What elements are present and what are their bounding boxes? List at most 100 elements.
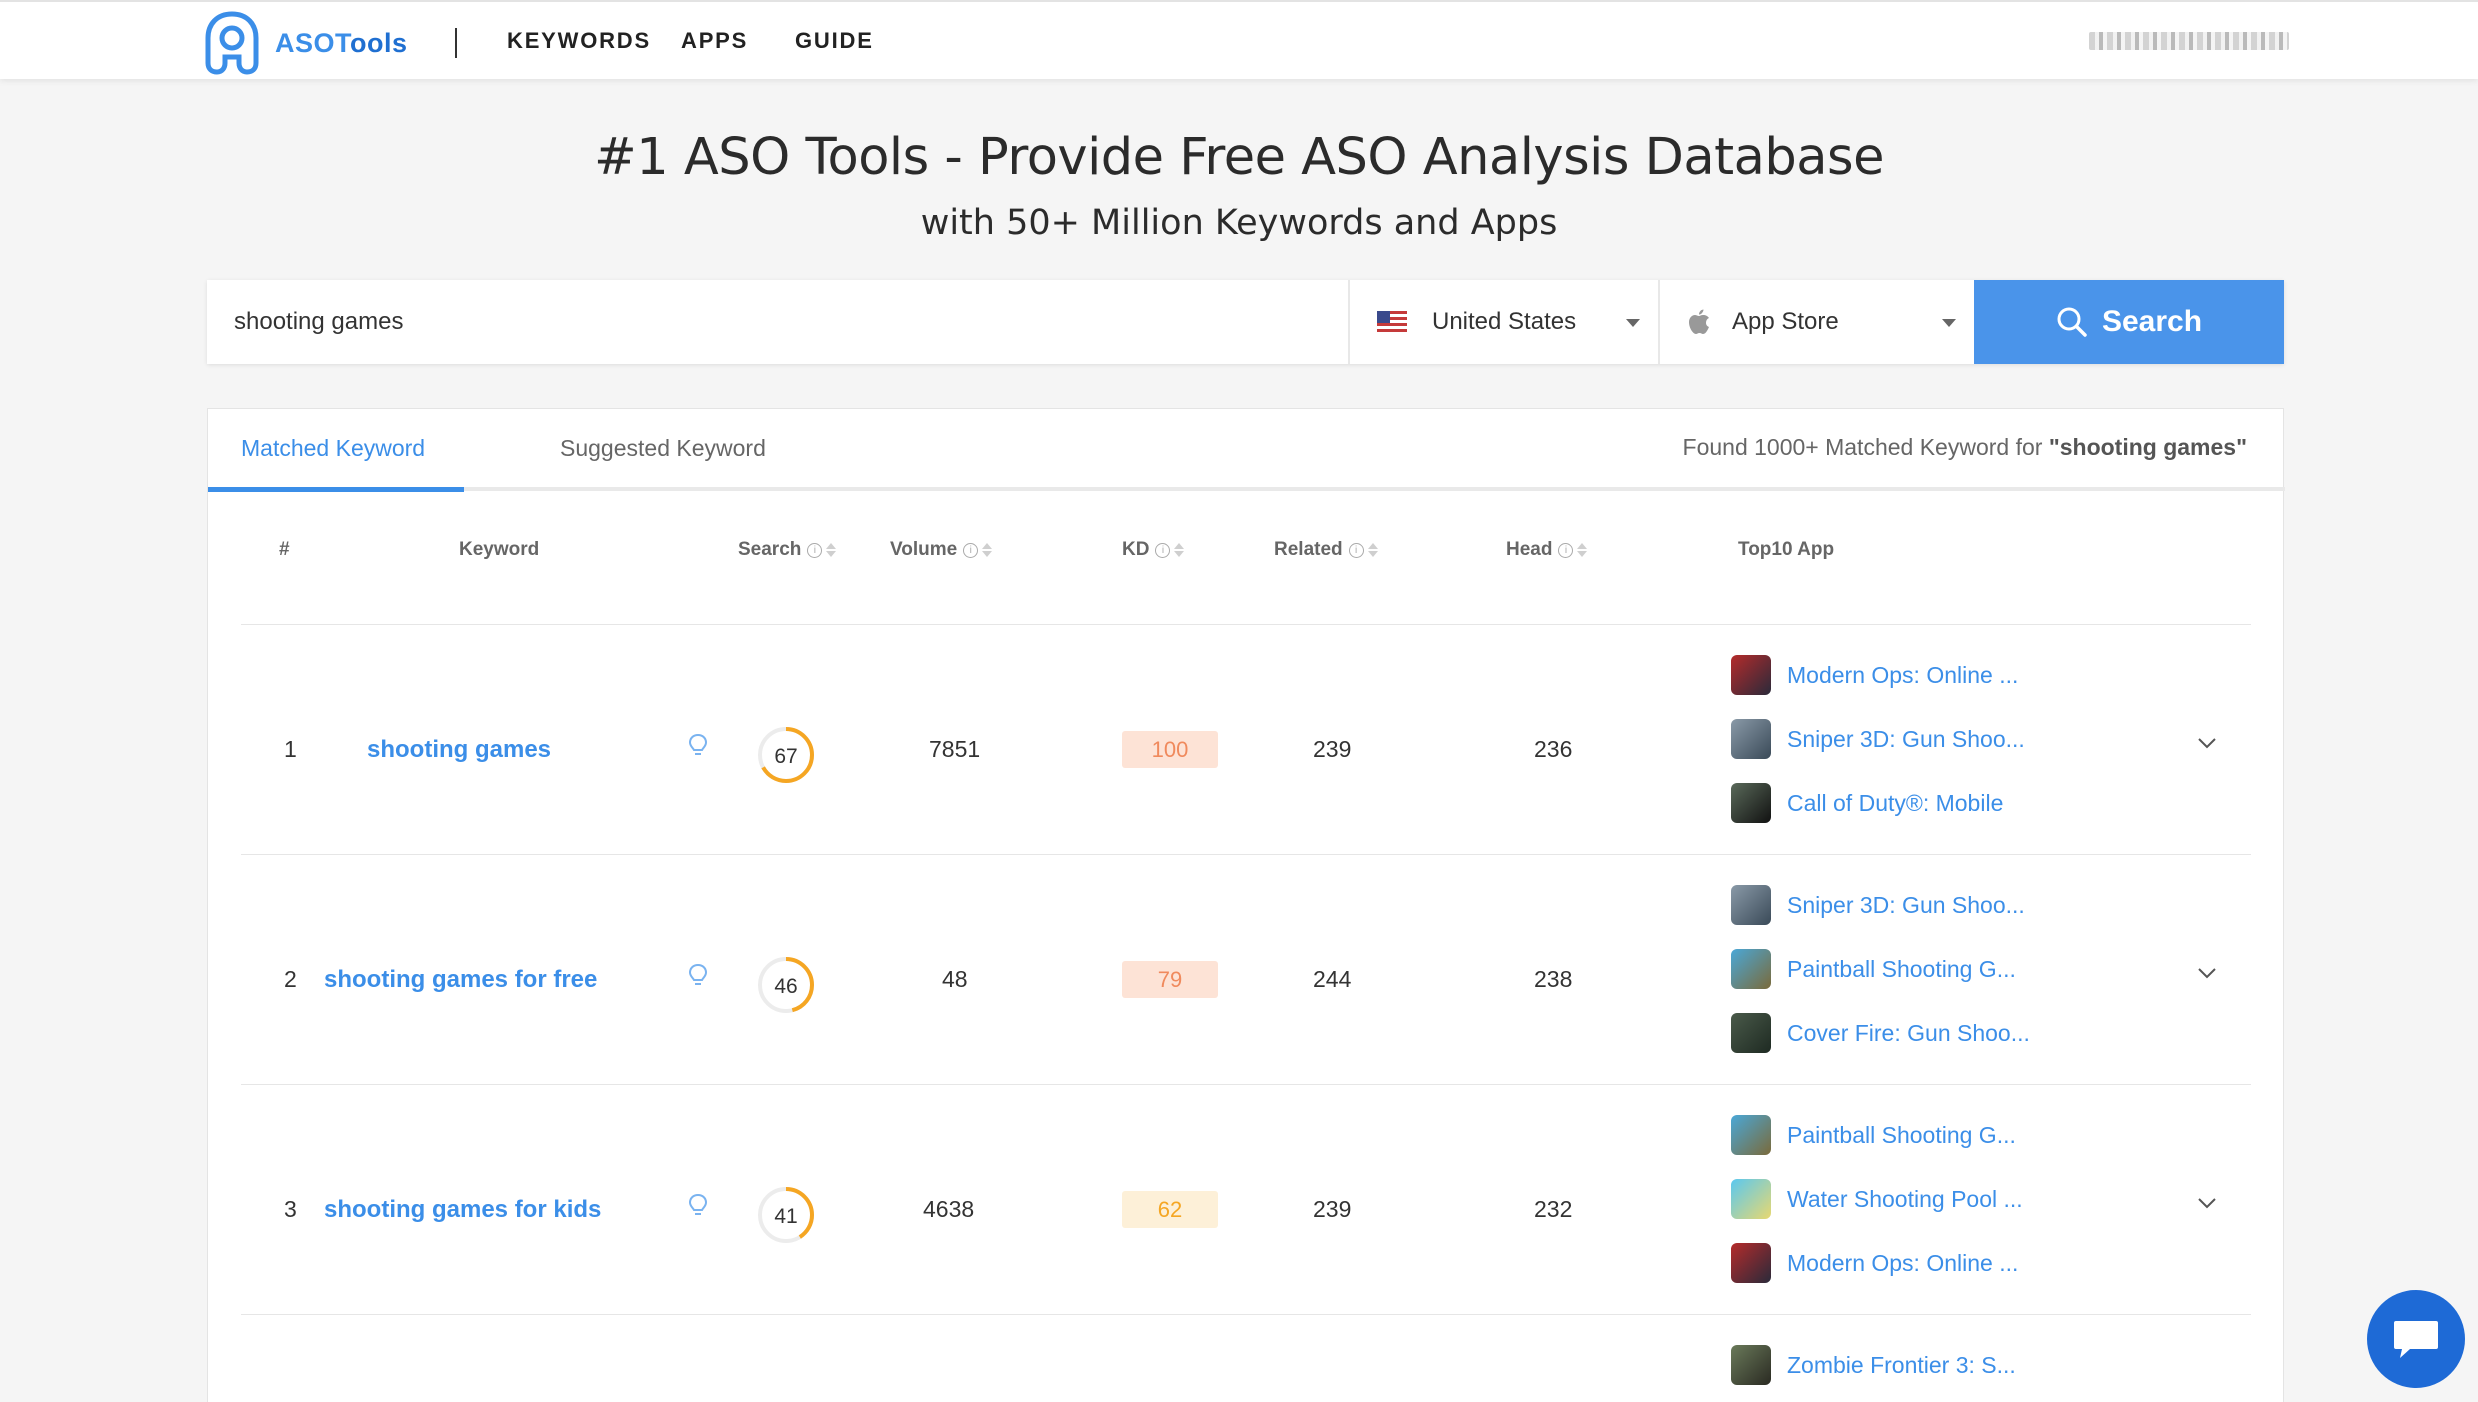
column-head[interactable]: Head i	[1506, 539, 1588, 561]
sort-icon	[1174, 543, 1185, 557]
app-icon	[1731, 1179, 1771, 1219]
logo-text: ASOTools	[275, 27, 408, 58]
store-label: App Store	[1732, 308, 1839, 335]
logo[interactable]: ASOTools	[203, 11, 408, 75]
user-account[interactable]	[2089, 32, 2289, 50]
head-value: 232	[1534, 1196, 1573, 1222]
search-score-gauge: 46	[758, 957, 814, 1013]
row-number: 2	[284, 966, 297, 992]
keyword-link[interactable]: shooting games	[367, 736, 551, 764]
info-icon: i	[1155, 542, 1171, 558]
tab-bar: Matched Keyword Suggested Keyword Found …	[208, 409, 2285, 492]
app-link[interactable]: Water Shooting Pool ...	[1731, 1179, 2023, 1219]
nav-divider	[455, 28, 457, 58]
chevron-down-icon[interactable]	[2197, 1197, 2217, 1209]
search-input[interactable]	[207, 280, 1348, 364]
app-icon	[1731, 1013, 1771, 1053]
app-icon	[1731, 1243, 1771, 1283]
app-icon	[1731, 783, 1771, 823]
keyword-link[interactable]: shooting games for kids	[324, 1196, 601, 1224]
column-related[interactable]: Related i	[1274, 539, 1378, 561]
app-link[interactable]: Modern Ops: Online ...	[1731, 1243, 2018, 1283]
page-subtitle: with 50+ Million Keywords and Apps	[920, 203, 1558, 243]
app-link[interactable]: Cover Fire: Gun Shoo...	[1731, 1013, 2030, 1053]
bulb-icon[interactable]	[688, 733, 708, 759]
bulb-icon[interactable]	[688, 963, 708, 989]
apple-icon	[1689, 309, 1709, 334]
chevron-down-icon[interactable]	[2197, 967, 2217, 979]
app-icon	[1731, 885, 1771, 925]
search-score-gauge: 67	[758, 727, 814, 783]
page-title: #1 ASO Tools - Provide Free ASO Analysis…	[594, 128, 1884, 187]
app-icon	[1731, 719, 1771, 759]
column-volume[interactable]: Volume i	[890, 539, 993, 561]
app-link[interactable]: Paintball Shooting G...	[1731, 1115, 2016, 1155]
app-link[interactable]: Modern Ops: Online ...	[1731, 655, 2018, 695]
search-button[interactable]: Search	[1974, 280, 2284, 364]
info-icon: i	[963, 542, 979, 558]
country-label: United States	[1432, 308, 1577, 335]
table-row: 1 shooting games 67 7851 100 239 236 Mod…	[241, 624, 2251, 854]
info-icon: i	[807, 542, 823, 558]
column-num: #	[279, 539, 290, 560]
sort-icon	[826, 543, 837, 557]
flag-us-icon	[1377, 311, 1407, 333]
column-search[interactable]: Search i	[738, 539, 837, 561]
column-kd[interactable]: KD i	[1122, 539, 1185, 561]
chat-icon	[2394, 1321, 2438, 1358]
info-icon: i	[1348, 542, 1364, 558]
app-link[interactable]: Sniper 3D: Gun Shoo...	[1731, 885, 2025, 925]
related-value: 239	[1313, 736, 1352, 762]
svg-text:46: 46	[774, 975, 797, 998]
keyword-link[interactable]: shooting games for free	[324, 966, 597, 994]
volume-value: 48	[942, 966, 968, 992]
tab-active-indicator	[208, 487, 464, 492]
head-value: 236	[1534, 736, 1573, 762]
nav-link-guide[interactable]: GUIDE	[795, 28, 874, 54]
app-icon	[1731, 1115, 1771, 1155]
svg-text:67: 67	[774, 745, 797, 768]
row-number: 3	[284, 1196, 297, 1222]
sort-icon	[1577, 543, 1588, 557]
info-icon: i	[1558, 542, 1574, 558]
related-value: 239	[1313, 1196, 1352, 1222]
volume-value: 7851	[929, 736, 981, 762]
tab-suggested-keyword[interactable]: Suggested Keyword	[560, 435, 766, 462]
table-row: 3 shooting games for kids 41 4638 62 239…	[241, 1084, 2251, 1314]
table-header: # Keyword Search i Volume i KD i Related i H…	[208, 539, 2285, 579]
column-top10-app: Top10 App	[1738, 539, 1835, 560]
sort-icon	[982, 543, 993, 557]
app-link[interactable]: Sniper 3D: Gun Shoo...	[1731, 719, 2025, 759]
top-nav: ASOTools KEYWORDS APPS GUIDE	[0, 0, 2478, 79]
sort-icon	[1367, 543, 1378, 557]
caret-down-icon	[1626, 319, 1640, 327]
kd-badge: 100	[1122, 731, 1218, 768]
search-score-gauge: 41	[758, 1187, 814, 1243]
tab-matched-keyword[interactable]: Matched Keyword	[241, 435, 425, 462]
store-select[interactable]: App Store	[1658, 280, 1974, 364]
search-bar: United States App Store Search	[207, 280, 2284, 364]
row-number: 1	[284, 736, 297, 762]
country-select[interactable]: United States	[1348, 280, 1658, 364]
nav-link-keywords[interactable]: KEYWORDS	[507, 28, 651, 54]
volume-value: 4638	[923, 1196, 975, 1222]
app-icon	[1731, 949, 1771, 989]
head-value: 238	[1534, 966, 1573, 992]
app-icon	[1731, 1345, 1771, 1385]
search-button-label: Search	[2101, 305, 2203, 338]
app-link[interactable]: Paintball Shooting G...	[1731, 949, 2016, 989]
kd-badge: 79	[1122, 961, 1218, 998]
app-icon	[1731, 655, 1771, 695]
chat-button[interactable]	[2367, 1290, 2465, 1388]
bulb-icon[interactable]	[688, 1193, 708, 1219]
table-row: 2 shooting games for free 46 48 79 244 2…	[241, 854, 2251, 1084]
results-count: Found 1000+ Matched Keyword for "shootin…	[1682, 434, 2247, 460]
logo-icon	[205, 11, 259, 75]
nav-link-apps[interactable]: APPS	[681, 28, 748, 54]
kd-badge: 62	[1122, 1191, 1218, 1228]
caret-down-icon	[1942, 319, 1956, 327]
column-keyword: Keyword	[459, 539, 540, 560]
chevron-down-icon[interactable]	[2197, 737, 2217, 749]
app-link[interactable]: Zombie Frontier 3: S...	[1731, 1345, 2016, 1385]
app-link[interactable]: Call of Duty®: Mobile	[1731, 783, 2003, 823]
